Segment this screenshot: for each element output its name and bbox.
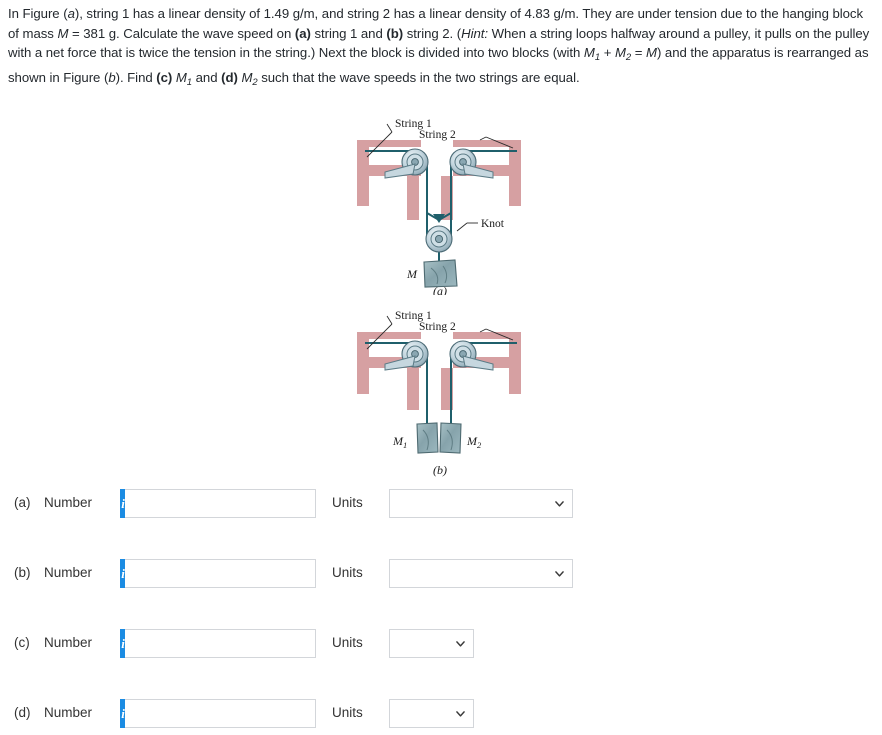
figure-b-mass1-label: M1 <box>392 434 407 450</box>
statement-fragment: string 1 and <box>310 25 387 41</box>
units-select-wrap-a <box>389 489 573 518</box>
figure-a-caption: (a) <box>433 284 447 295</box>
hanging-block-m <box>423 259 458 288</box>
statement-fragment: and <box>192 69 222 85</box>
answer-letter-d: (d) <box>14 705 31 720</box>
figure-panel: String 1 String 2 Knot M (a) String 1 St… <box>0 108 882 480</box>
statement-fragment: M <box>614 45 626 61</box>
number-input-b[interactable] <box>125 559 316 588</box>
units-select-wrap-d <box>389 699 474 728</box>
units-select-wrap-c <box>389 629 474 658</box>
number-label-a: Number <box>44 495 93 510</box>
statement-fragment: M <box>583 45 595 61</box>
units-select-wrap-b <box>389 559 573 588</box>
number-input-d[interactable] <box>125 699 316 728</box>
statement-fragment: + <box>600 45 615 61</box>
number-input-group-b: i <box>120 559 316 588</box>
number-label-b: Number <box>44 565 93 580</box>
units-label-d: Units <box>332 705 363 720</box>
figure-a: String 1 String 2 Knot M (a) <box>345 110 575 295</box>
pulley-lower <box>425 225 453 253</box>
number-input-group-d: i <box>120 699 316 728</box>
statement-fragment: ). Find <box>115 69 157 85</box>
statement-fragment: M <box>241 69 253 85</box>
statement-fragment: (c) <box>156 69 173 85</box>
answer-row-c: (c) Number i Units <box>0 629 882 659</box>
figure-a-knot-label: Knot <box>481 218 505 230</box>
statement-fragment: (b) <box>386 25 404 41</box>
figure-a-illustration: String 1 String 2 Knot M (a) <box>357 118 521 295</box>
units-select-a[interactable] <box>389 489 573 518</box>
answer-row-a: (a) Number i Units <box>0 489 882 519</box>
statement-fragment: = 381 g. Calculate the wave speed on <box>68 25 295 41</box>
units-label-c: Units <box>332 635 363 650</box>
hanging-block-m1 <box>416 422 439 454</box>
pulley-right-b <box>449 340 494 371</box>
answer-letter-a: (a) <box>14 495 31 510</box>
answer-letter-c: (c) <box>14 635 30 650</box>
pulley-right <box>449 148 494 179</box>
pulley-left-b <box>384 340 429 371</box>
hanging-block-m2 <box>439 422 462 454</box>
units-label-b: Units <box>332 565 363 580</box>
number-input-group-a: i <box>120 489 316 518</box>
units-select-b[interactable] <box>389 559 573 588</box>
figure-b-mass2-label: M2 <box>466 434 482 450</box>
units-select-d[interactable] <box>389 699 474 728</box>
units-label-a: Units <box>332 495 363 510</box>
number-input-group-c: i <box>120 629 316 658</box>
statement-fragment: Hint: <box>461 25 488 41</box>
number-input-c[interactable] <box>125 629 316 658</box>
statement-fragment: b <box>108 69 116 85</box>
number-input-a[interactable] <box>125 489 316 518</box>
answer-letter-b: (b) <box>14 565 31 580</box>
statement-fragment: (d) <box>221 69 238 85</box>
statement-fragment: In Figure ( <box>8 6 68 21</box>
statement-fragment: such that the wave speeds in the two str… <box>257 69 580 85</box>
number-label-d: Number <box>44 705 93 720</box>
answer-row-b: (b) Number i Units <box>0 559 882 589</box>
figure-b-string2-label: String 2 <box>419 321 456 333</box>
figure-b-caption: (b) <box>433 463 447 477</box>
figure-b-illustration: String 1 String 2 M1 M2 (b) <box>357 310 521 477</box>
statement-fragment: M <box>646 45 657 61</box>
figure-a-string2-label: String 2 <box>419 129 456 141</box>
units-select-c[interactable] <box>389 629 474 658</box>
problem-statement: In Figure (a), string 1 has a linear den… <box>8 4 874 92</box>
statement-fragment: string 2. ( <box>403 25 462 41</box>
statement-fragment: = <box>631 45 647 61</box>
answer-row-d: (d) Number i Units <box>0 699 882 729</box>
statement-fragment: M <box>175 69 187 85</box>
pulley-left <box>384 148 429 179</box>
statement-fragment: M <box>57 25 69 41</box>
figure-a-mass-label: M <box>406 267 418 281</box>
number-label-c: Number <box>44 635 93 650</box>
figure-b: String 1 String 2 M1 M2 (b) <box>345 304 575 479</box>
statement-fragment: a <box>67 6 75 21</box>
statement-fragment: (a) <box>294 25 311 41</box>
